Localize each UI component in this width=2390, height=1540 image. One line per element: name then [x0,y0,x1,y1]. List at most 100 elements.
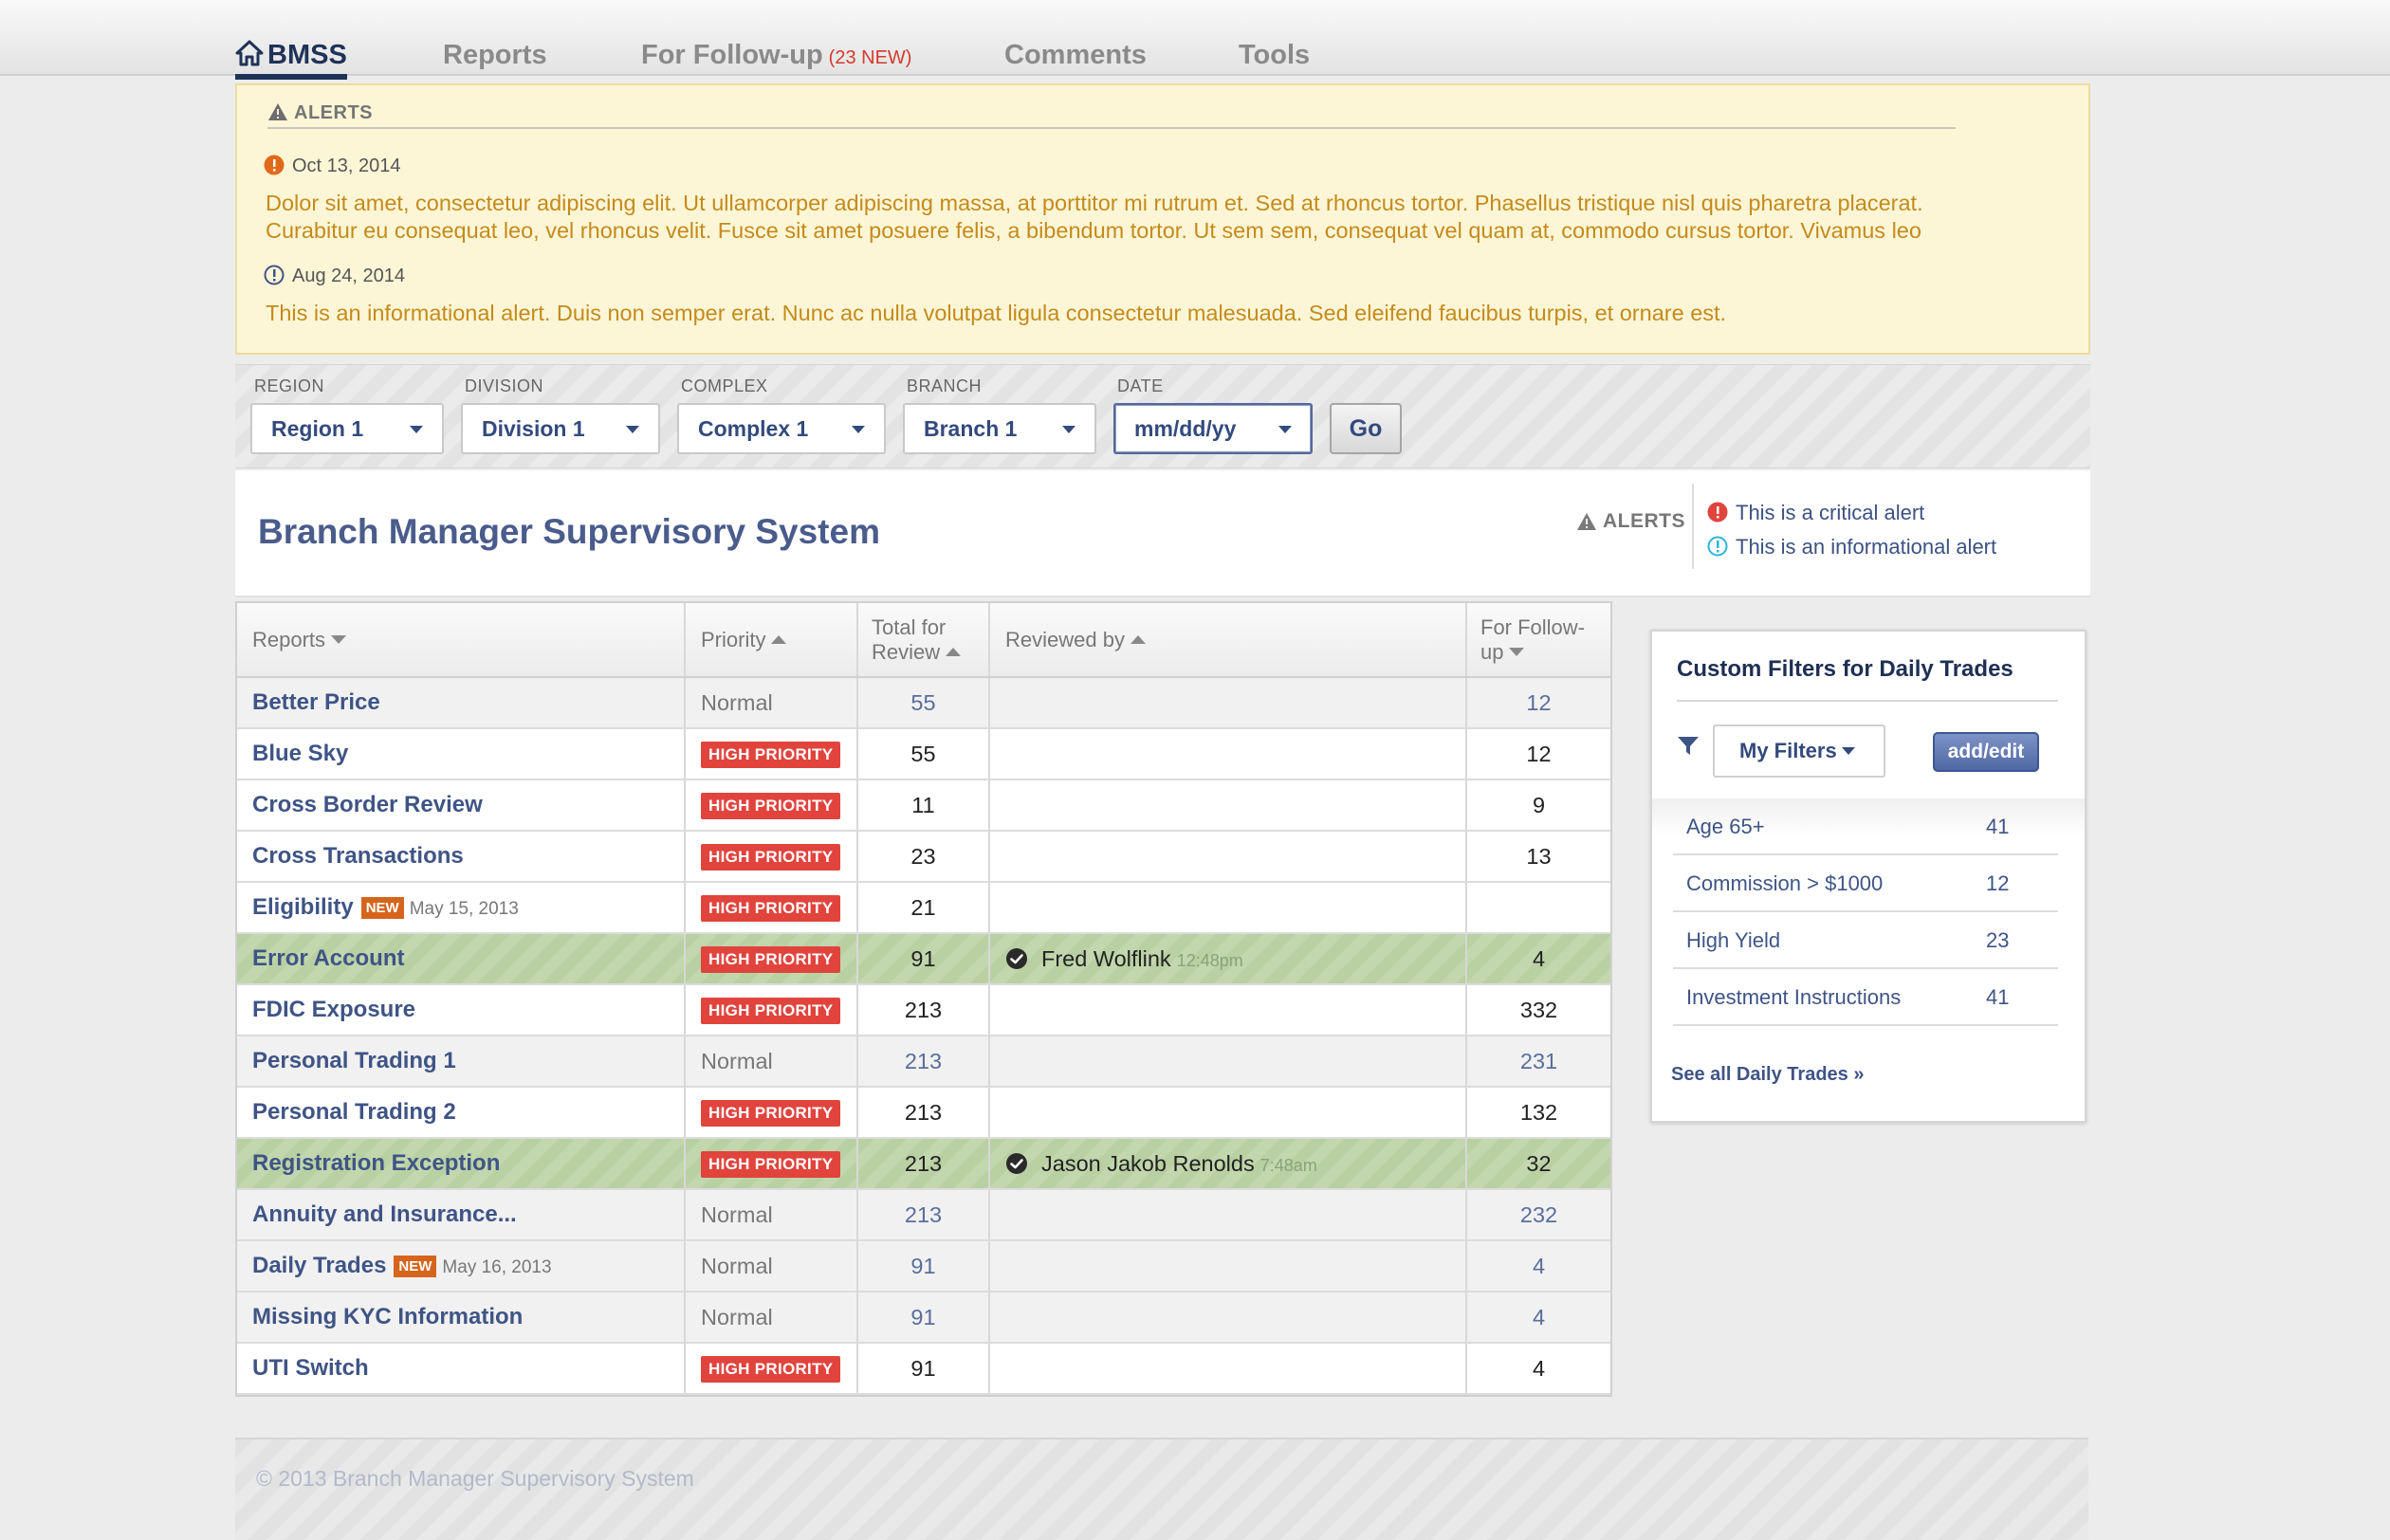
report-cell: Cross Border Review [237,779,686,832]
reviewed-by-cell [989,728,1467,780]
report-name-link[interactable]: Eligibility [252,894,354,920]
table-row[interactable]: Cross Border Review HIGH PRIORITY 11 9 [237,779,1610,832]
for-follow-up-cell[interactable]: 4 [1466,933,1610,985]
for-follow-up-cell[interactable]: 12 [1466,728,1610,780]
priority-cell: HIGH PRIORITY [685,882,858,934]
report-name-link[interactable]: Annuity and Insurance... [252,1201,517,1227]
column-header-reports[interactable]: Reports [237,603,686,678]
for-follow-up-cell[interactable]: 132 [1466,1087,1610,1139]
table-row[interactable]: Daily Trades NEW May 16, 2013 Normal 91 4 [237,1240,1610,1292]
see-all-daily-trades-link[interactable]: See all Daily Trades » [1671,1064,1864,1086]
for-follow-up-cell[interactable]: 4 [1466,1240,1610,1292]
table-row[interactable]: Registration Exception HIGH PRIORITY 213 Ja… [237,1138,1610,1190]
column-header-total-for-review[interactable]: Total for Review [857,603,990,678]
nav-tools[interactable]: Tools [1239,36,1310,74]
report-name-link[interactable]: Better Price [252,689,380,715]
table-row[interactable]: Annuity and Insurance... Normal 213 232 [237,1189,1610,1241]
reviewed-by-cell [989,1036,1467,1088]
custom-filter-item[interactable]: Age 65+ 41 [1673,798,2058,855]
nav-active-underline [235,74,347,80]
for-follow-up-cell[interactable]: 332 [1466,984,1610,1036]
report-name-link[interactable]: Missing KYC Information [252,1304,523,1329]
report-name-link[interactable]: Personal Trading 2 [252,1099,456,1125]
report-cell: Annuity and Insurance... [237,1189,686,1241]
nav-bmss-home[interactable]: BMSS [235,36,347,74]
add-edit-button[interactable]: add/edit [1933,732,2039,772]
total-for-review-cell: 91 [857,933,990,985]
sort-down-icon [331,634,347,644]
priority-cell: Normal [685,1036,858,1088]
custom-filter-label: Age 65+ [1686,815,1765,838]
report-cell: Better Price [237,677,686,729]
for-follow-up-cell[interactable]: 9 [1466,779,1610,832]
report-name-link[interactable]: Daily Trades [252,1253,386,1278]
custom-filter-item[interactable]: Investment Instructions 41 [1673,969,2058,1026]
for-follow-up-cell[interactable]: 12 [1466,677,1610,729]
for-follow-up-cell[interactable]: 13 [1466,831,1610,883]
report-name-link[interactable]: Cross Transactions [252,843,464,869]
nav-tools-label: Tools [1239,40,1311,70]
report-name-link[interactable]: Registration Exception [252,1150,500,1176]
report-name-link[interactable]: FDIC Exposure [252,997,415,1022]
column-header-reviewed-label: Reviewed by [1005,627,1125,651]
total-for-review-cell: 11 [857,779,990,832]
table-row[interactable]: Personal Trading 1 Normal 213 231 [237,1036,1610,1088]
table-row[interactable]: Blue Sky HIGH PRIORITY 55 12 [237,728,1610,780]
alert-1-date-text: Oct 13, 2014 [292,156,401,176]
table-row[interactable]: FDIC Exposure HIGH PRIORITY 213 332 [237,984,1610,1036]
for-follow-up-cell[interactable]: 231 [1466,1036,1610,1088]
report-name-link[interactable]: Cross Border Review [252,792,483,817]
custom-filter-item[interactable]: Commission > $1000 12 [1673,855,2058,912]
custom-filter-item[interactable]: High Yield 23 [1673,912,2058,969]
table-row[interactable]: Error Account HIGH PRIORITY 91 Fred Wolflin… [237,933,1610,985]
table-row[interactable]: UTI Switch HIGH PRIORITY 91 4 [237,1343,1610,1395]
chevron-down-icon [1842,747,1855,755]
date-select[interactable]: mm/dd/yy [1113,403,1313,454]
division-label: DIVISION [465,376,544,395]
checkmark-icon [1006,947,1027,969]
table-row[interactable]: Better Price Normal 55 12 [237,677,1610,729]
branch-select[interactable]: Branch 1 [903,403,1096,454]
column-header-reports-label: Reports [252,627,326,651]
table-row[interactable]: Personal Trading 2 HIGH PRIORITY 213 132 [237,1087,1610,1139]
reviewed-by-cell [989,1240,1467,1292]
chevron-down-icon [1062,426,1076,433]
report-name-link[interactable]: Blue Sky [252,741,348,766]
alert-2-date-text: Aug 24, 2014 [292,266,405,286]
reviewed-by-cell [989,677,1467,729]
go-button[interactable]: Go [1330,403,1402,454]
complex-select-value: Complex 1 [698,416,809,441]
custom-filter-count: 41 [1986,815,2010,838]
complex-select[interactable]: Complex 1 [677,403,886,454]
division-select[interactable]: Division 1 [461,403,660,454]
my-filters-dropdown[interactable]: My Filters [1713,724,1885,778]
info-alert-icon [1707,536,1728,557]
custom-filters-divider [1677,700,2058,702]
table-row[interactable]: Eligibility NEW May 15, 2013 HIGH PRIORITY 2… [237,882,1610,934]
column-header-reviewed-by[interactable]: Reviewed by [989,603,1467,678]
nav-for-follow-up[interactable]: For Follow-up (23 NEW) [641,36,911,77]
report-name-link[interactable]: Error Account [252,945,404,971]
report-name-link[interactable]: Personal Trading 1 [252,1048,456,1073]
high-priority-badge: HIGH PRIORITY [701,946,841,973]
total-for-review-cell: 55 [857,728,990,780]
for-follow-up-cell[interactable] [1466,882,1610,934]
total-for-review-cell: 213 [857,1189,990,1241]
nav-reports[interactable]: Reports [443,36,547,74]
report-name-link[interactable]: UTI Switch [252,1355,369,1381]
table-row[interactable]: Missing KYC Information Normal 91 4 [237,1292,1610,1344]
total-for-review-cell: 91 [857,1292,990,1344]
report-cell: Missing KYC Information [237,1292,686,1344]
column-header-for-follow-up[interactable]: For Follow-up [1466,603,1610,678]
for-follow-up-cell[interactable]: 232 [1466,1189,1610,1241]
for-follow-up-cell[interactable]: 32 [1466,1138,1610,1190]
for-follow-up-cell[interactable]: 4 [1466,1292,1610,1344]
for-follow-up-cell[interactable]: 4 [1466,1343,1610,1395]
nav-comments-label: Comments [1004,40,1147,70]
column-header-priority[interactable]: Priority [685,603,858,678]
nav-comments[interactable]: Comments [1004,36,1147,74]
region-select[interactable]: Region 1 [250,403,444,454]
table-row[interactable]: Cross Transactions HIGH PRIORITY 23 13 [237,831,1610,883]
region-label: REGION [254,376,325,395]
priority-cell: HIGH PRIORITY [685,1138,858,1190]
